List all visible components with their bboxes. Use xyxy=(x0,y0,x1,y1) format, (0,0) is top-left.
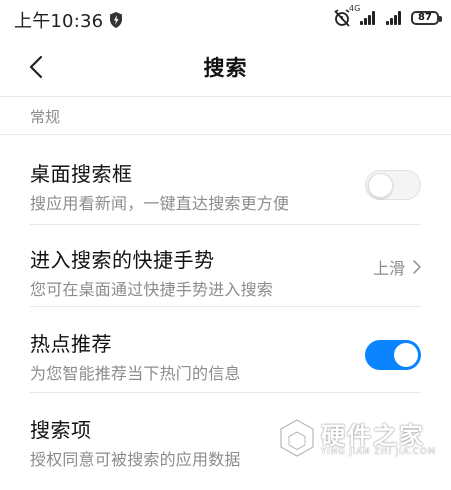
section-divider xyxy=(0,134,451,135)
shield-icon xyxy=(110,12,123,28)
network-type-label: 4G xyxy=(349,4,361,13)
row-title: 桌面搜索框 xyxy=(30,162,133,186)
hot-recommend-toggle[interactable] xyxy=(365,340,421,370)
battery-level: 87 xyxy=(418,12,432,23)
row-title: 搜索项 xyxy=(30,418,92,442)
signal-strength-icon: 4G xyxy=(349,5,377,25)
status-right: 4G 87 xyxy=(333,5,442,27)
battery-icon: 87 xyxy=(411,11,442,25)
section-label: 常规 xyxy=(30,108,61,126)
gesture-value[interactable]: 上滑 xyxy=(373,255,423,279)
watermark-subtitle: YING JIAN ZHI JIA.COM xyxy=(321,447,436,457)
chevron-right-icon xyxy=(413,260,421,274)
row-divider xyxy=(30,392,421,393)
status-bar: 上午10:36 4G 87 xyxy=(0,0,451,34)
toggle-knob xyxy=(368,173,393,198)
row-divider xyxy=(30,306,421,307)
setting-row-search-gesture[interactable]: 进入搜索的快捷手势 您可在桌面通过快捷手势进入搜索 上滑 xyxy=(0,234,451,320)
status-left: 上午10:36 xyxy=(14,7,123,33)
setting-row-desktop-search-box[interactable]: 桌面搜索框 搜应用看新闻，一键直达搜索更方便 xyxy=(0,148,451,234)
row-title: 进入搜索的快捷手势 xyxy=(30,248,215,272)
signal-strength-icon-2 xyxy=(385,11,403,25)
toggle-knob xyxy=(394,343,418,367)
watermark-title: 硬件之家 xyxy=(321,422,425,450)
watermark-logo: 硬件之家 YING JIAN ZHI JIA.COM xyxy=(277,414,437,462)
desktop-search-toggle[interactable] xyxy=(365,170,421,200)
row-subtitle: 您可在桌面通过快捷手势进入搜索 xyxy=(30,280,274,299)
gesture-value-label: 上滑 xyxy=(372,259,405,278)
status-time: 上午10:36 xyxy=(14,11,104,32)
page-title: 搜索 xyxy=(203,56,248,80)
title-bar: 搜索 xyxy=(0,40,451,96)
row-subtitle: 为您智能推荐当下热门的信息 xyxy=(30,364,241,383)
watermark-cube-icon xyxy=(279,418,315,458)
row-subtitle: 授权同意可被搜索的应用数据 xyxy=(30,450,241,469)
row-subtitle: 搜应用看新闻，一键直达搜索更方便 xyxy=(30,194,290,213)
header-divider xyxy=(0,96,451,97)
row-divider xyxy=(30,224,421,225)
row-title: 热点推荐 xyxy=(30,332,112,356)
